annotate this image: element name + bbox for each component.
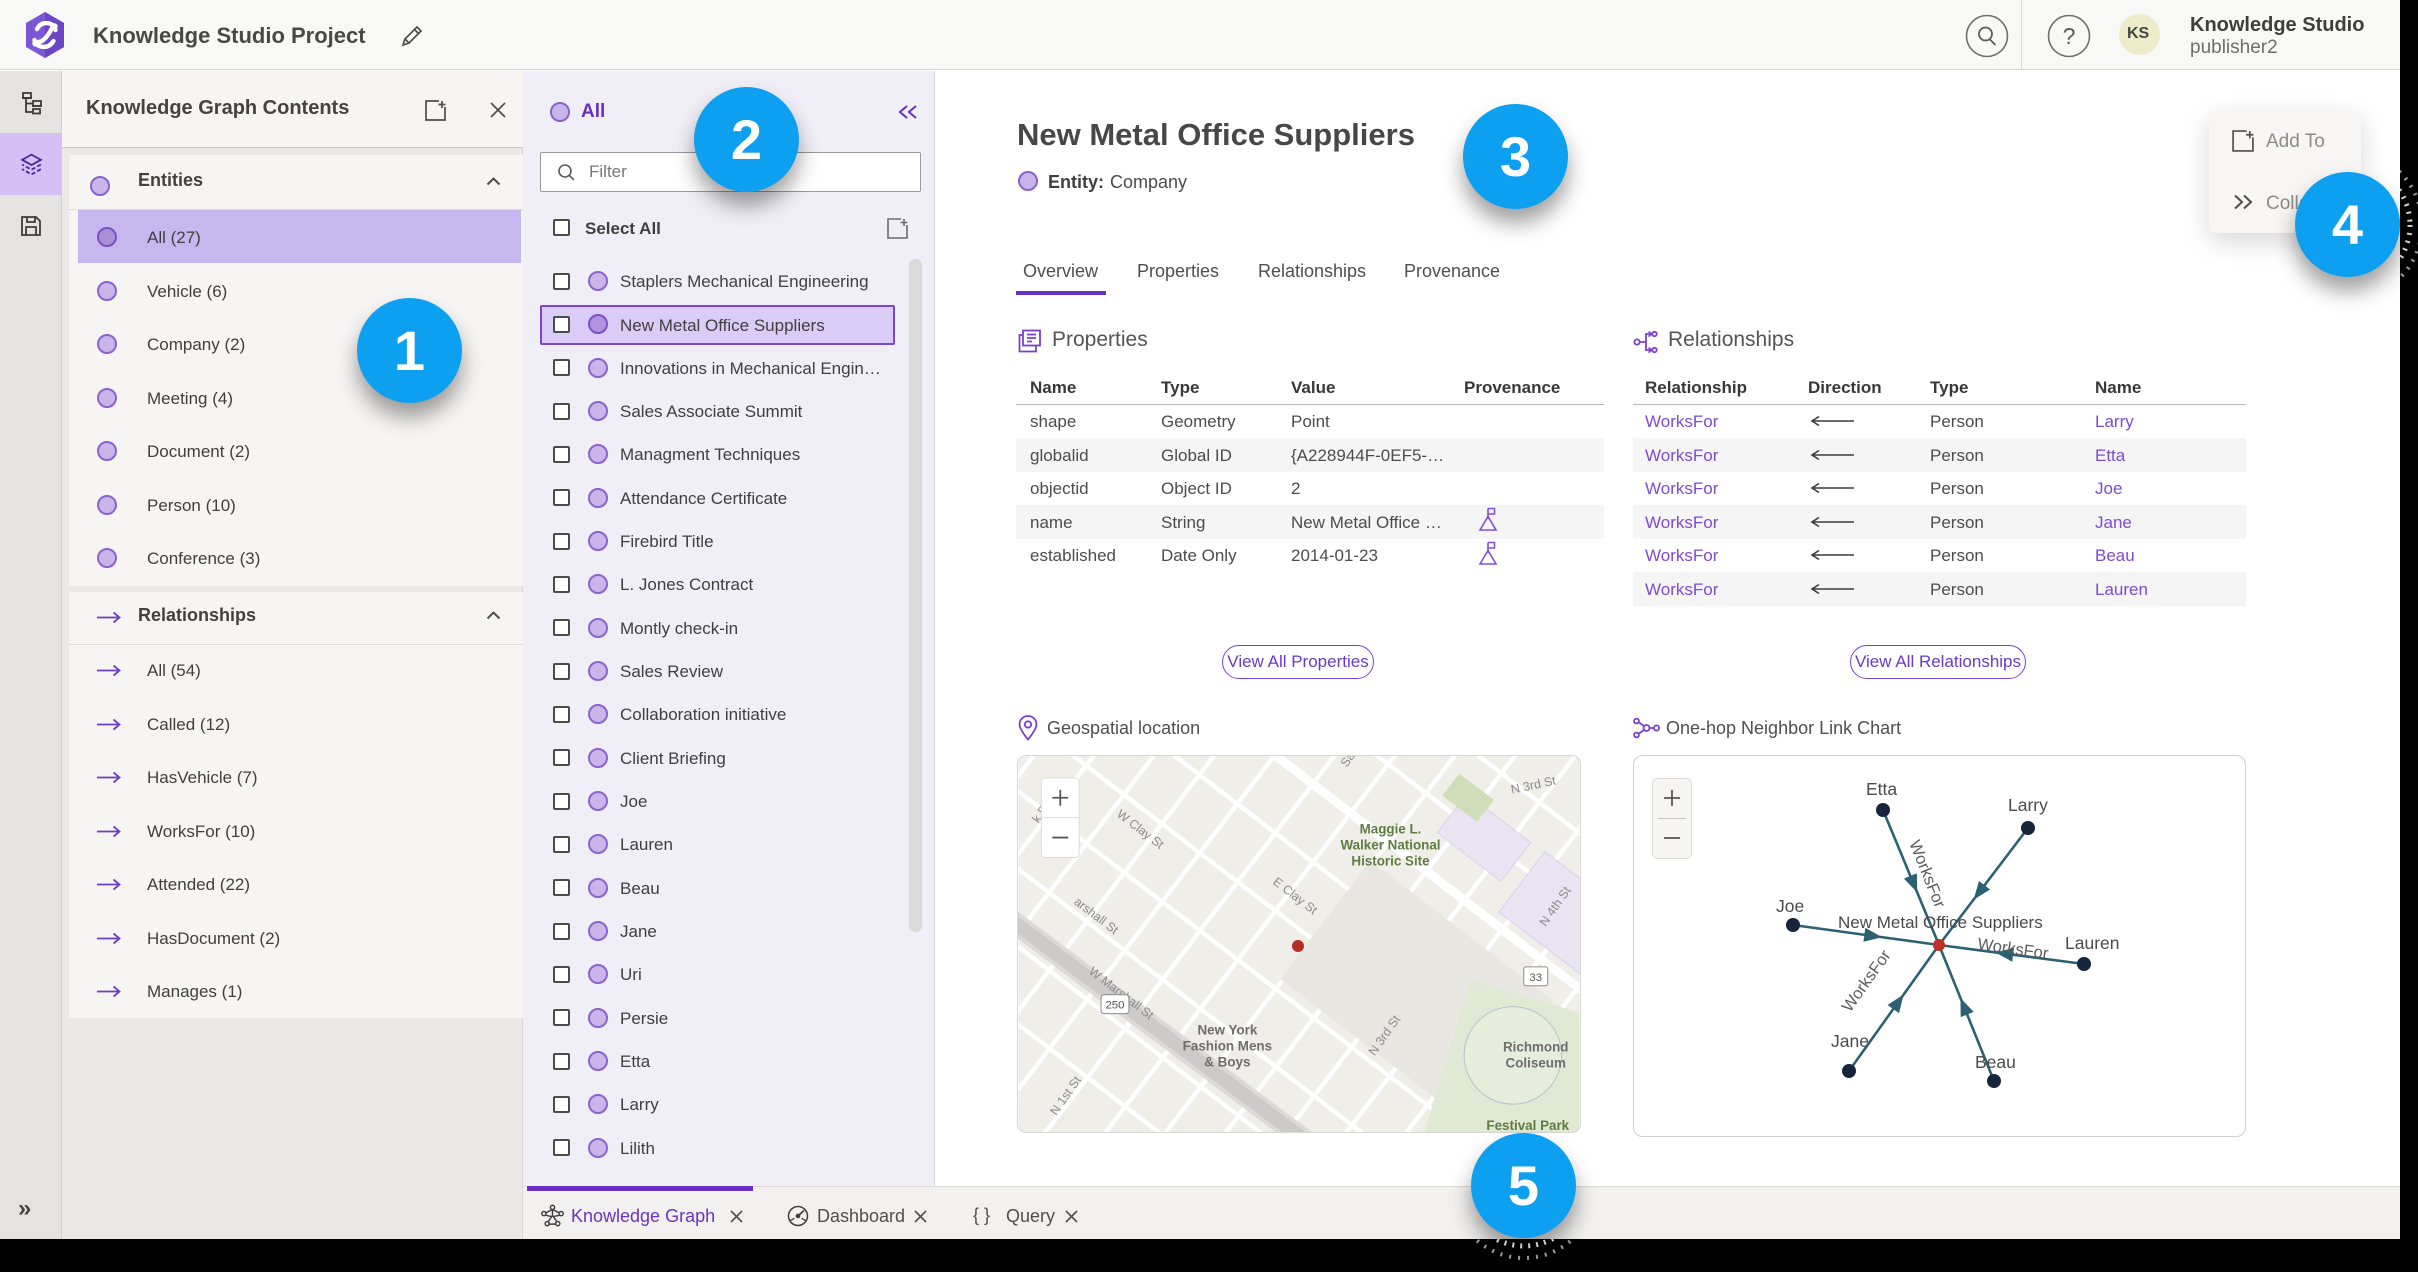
svg-text:& Boys: & Boys: [1204, 1054, 1250, 1069]
svg-text:Richmond: Richmond: [1503, 1039, 1569, 1054]
svg-text:33: 33: [1529, 972, 1542, 984]
svg-text:Larry: Larry: [2008, 795, 2048, 815]
svg-text:Walker National: Walker National: [1340, 838, 1440, 853]
svg-text:?: ?: [2063, 23, 2076, 49]
svg-text:250: 250: [1105, 1000, 1124, 1012]
svg-text:New York: New York: [1197, 1023, 1257, 1038]
svg-text:Lauren: Lauren: [2065, 933, 2120, 953]
svg-text:Maggie L.: Maggie L.: [1360, 822, 1422, 837]
svg-text:Festival Park: Festival Park: [1486, 1118, 1569, 1133]
svg-text:Coliseum: Coliseum: [1506, 1055, 1566, 1070]
svg-text:Etta: Etta: [1866, 779, 1897, 799]
svg-text:New Metal Office Suppliers: New Metal Office Suppliers: [1838, 913, 2043, 932]
svg-text:Historic Site: Historic Site: [1351, 853, 1429, 868]
svg-text:Fashion Mens: Fashion Mens: [1183, 1038, 1272, 1053]
svg-text:Joe: Joe: [1776, 896, 1804, 916]
svg-text:Jane: Jane: [1831, 1031, 1869, 1051]
svg-text:Beau: Beau: [1975, 1052, 2016, 1072]
